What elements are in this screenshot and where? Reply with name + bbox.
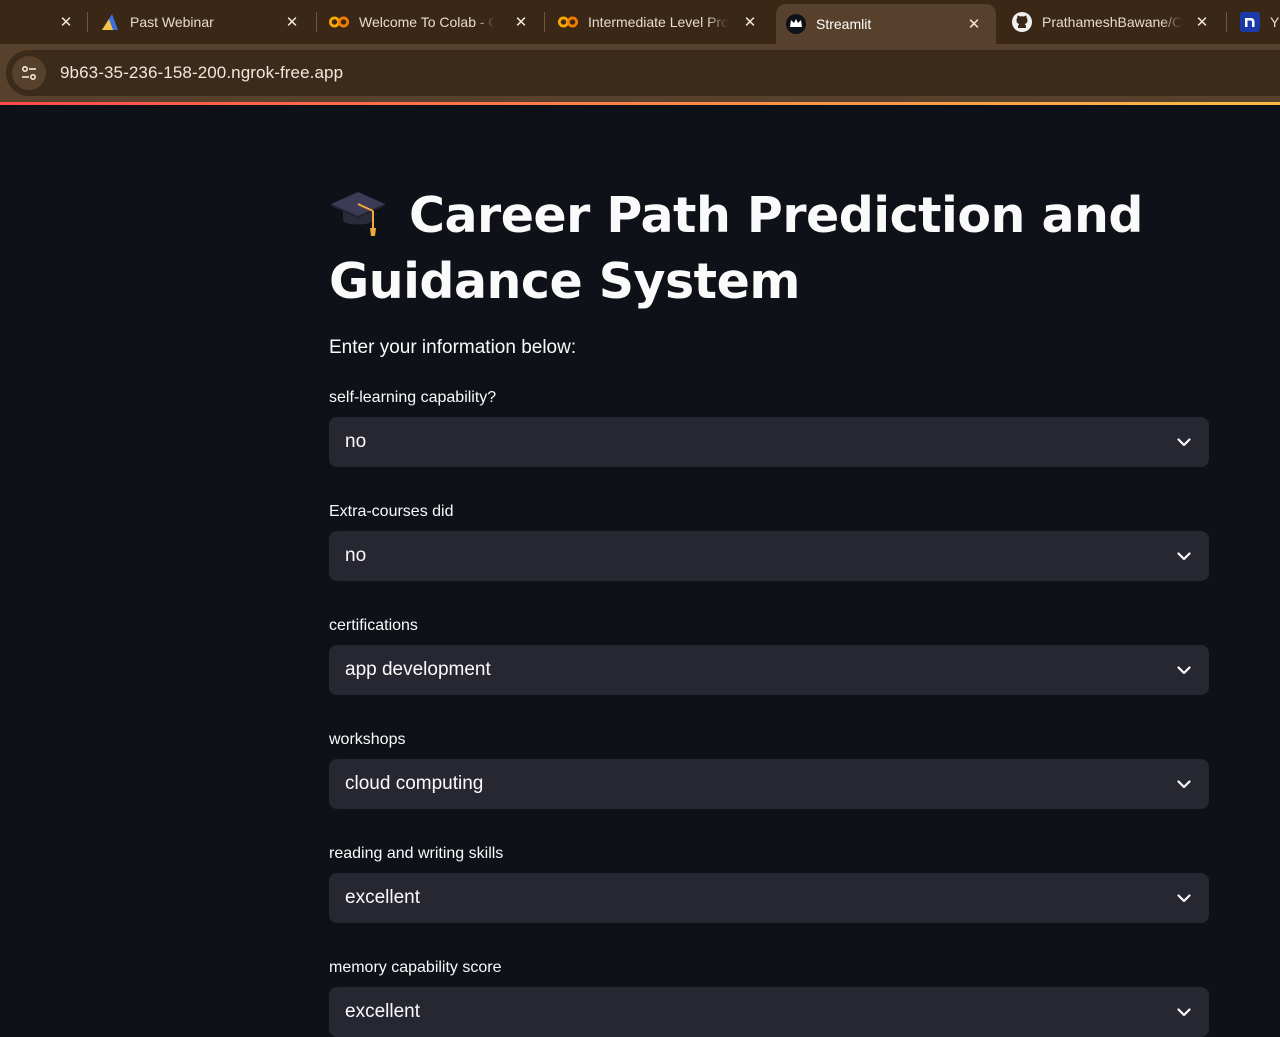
tab-streamlit[interactable]: Streamlit ✕ — [776, 4, 996, 44]
colab-icon — [329, 12, 349, 32]
field-memory-capability: memory capability score excellent — [329, 957, 1209, 1037]
field-workshops: workshops cloud computing — [329, 729, 1209, 809]
github-icon — [1012, 12, 1032, 32]
tab-partial-left[interactable]: ✕ — [52, 4, 76, 40]
close-icon[interactable]: ✕ — [740, 12, 760, 32]
select-value: app development — [345, 659, 491, 680]
close-icon[interactable]: ✕ — [282, 12, 302, 32]
field-label: workshops — [329, 731, 406, 748]
chevron-down-icon — [1175, 433, 1193, 451]
reading-writing-select[interactable]: excellent — [329, 873, 1209, 923]
colab-icon — [558, 12, 578, 32]
extra-courses-select[interactable]: no — [329, 531, 1209, 581]
tab-github-repo[interactable]: PrathameshBawane/Career ✕ — [1012, 4, 1212, 40]
chevron-down-icon — [1175, 1003, 1193, 1021]
tab-intermediate-projects[interactable]: Intermediate Level Projects ✕ — [558, 4, 760, 40]
field-extra-courses: Extra-courses did no — [329, 501, 1209, 581]
tab-welcome-colab[interactable]: Welcome To Colab - Colab ✕ — [329, 4, 531, 40]
field-label: memory capability score — [329, 959, 502, 976]
close-icon[interactable]: ✕ — [1192, 12, 1212, 32]
page-title: Career Path Prediction and Guidance Syst… — [329, 183, 1209, 315]
select-value: cloud computing — [345, 773, 484, 794]
chevron-down-icon — [1175, 661, 1193, 679]
site-settings-icon[interactable] — [12, 56, 46, 90]
field-certifications: certifications app development — [329, 615, 1209, 695]
browser-tab-bar: ✕ Past Webinar ✕ Welcome To Colab - Cola… — [0, 0, 1280, 44]
tab-past-webinar[interactable]: Past Webinar ✕ — [100, 4, 302, 40]
field-label: self-learning capability? — [329, 389, 497, 406]
url-text[interactable]: 9b63-35-236-158-200.ngrok-free.app — [60, 63, 343, 83]
page-title-text: Career Path Prediction and Guidance Syst… — [329, 187, 1144, 310]
tab-separator — [316, 12, 317, 32]
chevron-down-icon — [1175, 547, 1193, 565]
field-label: Extra-courses did — [329, 503, 454, 520]
field-reading-writing: reading and writing skills excellent — [329, 843, 1209, 923]
tab-title: Y — [1270, 14, 1280, 30]
select-value: excellent — [345, 887, 420, 908]
close-icon[interactable]: ✕ — [964, 14, 984, 34]
tab-title: Welcome To Colab - Colab — [359, 14, 495, 30]
main-content: Career Path Prediction and Guidance Syst… — [329, 105, 1209, 1037]
tab-title: Intermediate Level Projects — [588, 14, 728, 30]
close-icon[interactable]: ✕ — [56, 12, 76, 32]
chevron-down-icon — [1175, 775, 1193, 793]
intro-text: Enter your information below: — [329, 337, 577, 358]
tab-partial-right[interactable]: Y — [1240, 4, 1280, 40]
omnibox[interactable]: 9b63-35-236-158-200.ngrok-free.app — [6, 50, 1280, 96]
select-value: no — [345, 431, 367, 452]
tab-title: Streamlit — [816, 16, 872, 32]
tab-title: PrathameshBawane/Career — [1042, 14, 1182, 30]
workshops-select[interactable]: cloud computing — [329, 759, 1209, 809]
gradient-triangle-icon — [100, 12, 120, 32]
memory-capability-select[interactable]: excellent — [329, 987, 1209, 1037]
streamlit-crown-icon — [786, 14, 806, 34]
certifications-select[interactable]: app development — [329, 645, 1209, 695]
field-self-learning: self-learning capability? no — [329, 387, 1209, 467]
select-value: no — [345, 545, 367, 566]
tab-separator — [1226, 12, 1227, 32]
browser-address-bar: 9b63-35-236-158-200.ngrok-free.app — [0, 44, 1280, 102]
self-learning-select[interactable]: no — [329, 417, 1209, 467]
close-icon[interactable]: ✕ — [511, 12, 531, 32]
field-label: certifications — [329, 617, 418, 634]
field-label: reading and writing skills — [329, 845, 504, 862]
tab-separator — [87, 12, 88, 32]
select-value: excellent — [345, 1001, 420, 1022]
chevron-down-icon — [1175, 889, 1193, 907]
graduation-cap-icon — [329, 186, 387, 238]
n-logo-icon — [1240, 12, 1260, 32]
tab-title: Past Webinar — [130, 14, 214, 30]
tab-separator — [544, 12, 545, 32]
